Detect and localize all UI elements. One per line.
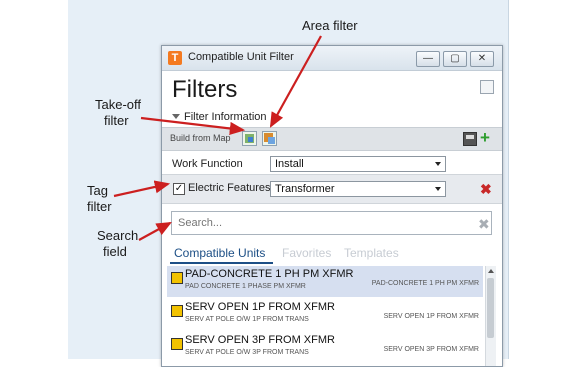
- tag-filter-arrow: [113, 180, 171, 198]
- take-off-filter-arrow: [140, 116, 246, 136]
- area-filter-arrow: [269, 35, 322, 128]
- search-field-arrow: [138, 221, 172, 241]
- annotation-arrows: [113, 35, 322, 241]
